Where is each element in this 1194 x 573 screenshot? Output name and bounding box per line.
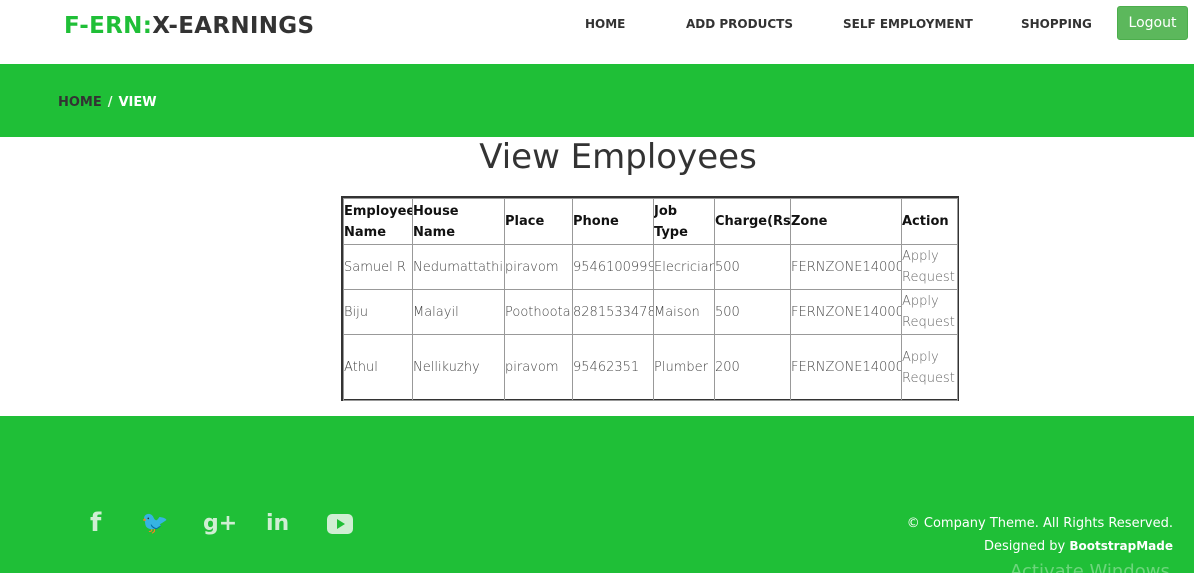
- apply-request-link[interactable]: Apply Request: [901, 289, 958, 335]
- breadcrumb: HOME / VIEW: [58, 95, 157, 110]
- table-row: Athul Nellikuzhy piravom 95462351 Plumbe…: [343, 334, 958, 401]
- cell-charge: 200: [714, 334, 791, 401]
- designed-by-text: Designed by: [984, 539, 1066, 554]
- linkedin-icon[interactable]: in: [266, 511, 289, 536]
- cell-employee-name: Samuel R: [343, 244, 413, 290]
- cell-place: piravom: [504, 334, 573, 401]
- play-icon: [337, 519, 345, 529]
- cell-place: Poothoota: [504, 289, 573, 335]
- youtube-icon[interactable]: [327, 514, 353, 534]
- cell-job-type: Plumber: [653, 334, 715, 401]
- apply-request-link[interactable]: Apply Request: [901, 334, 958, 401]
- cell-house-name: Nedumattathil: [412, 244, 505, 290]
- footer-credits: © Company Theme. All Rights Reserved. De…: [907, 513, 1173, 558]
- cell-phone: 95462351: [572, 334, 654, 401]
- twitter-icon[interactable]: 🐦: [141, 511, 168, 536]
- brand-logo[interactable]: F-ERN:X-EARNINGS: [64, 13, 314, 39]
- cell-phone: 8281533478: [572, 289, 654, 335]
- google-plus-icon[interactable]: g+: [203, 511, 237, 536]
- col-header: Phone: [572, 198, 654, 245]
- employees-table-wrapper: Employee Name House Name Place Phone Job…: [341, 196, 959, 401]
- cell-house-name: Nellikuzhy: [412, 334, 505, 401]
- designed-by-line: Designed by BootstrapMade: [907, 535, 1173, 558]
- copyright-text: © Company Theme. All Rights Reserved.: [906, 516, 1173, 531]
- cell-phone: 9546100999: [572, 244, 654, 290]
- designer-link[interactable]: BootstrapMade: [1069, 539, 1173, 553]
- apply-request-link[interactable]: Apply Request: [901, 244, 958, 290]
- nav-add-products[interactable]: ADD PRODUCTS: [686, 17, 793, 31]
- cell-employee-name: Biju: [343, 289, 413, 335]
- cell-charge: 500: [714, 244, 791, 290]
- brand-accent: F-ERN:: [64, 13, 153, 39]
- cell-employee-name: Athul: [343, 334, 413, 401]
- facebook-icon[interactable]: f: [90, 508, 101, 538]
- cell-zone: FERNZONE14000: [790, 289, 902, 335]
- col-header: Place: [504, 198, 573, 245]
- table-header-row: Employee Name House Name Place Phone Job…: [343, 198, 958, 245]
- logout-button[interactable]: Logout: [1117, 6, 1188, 40]
- nav-home[interactable]: HOME: [585, 17, 625, 31]
- col-header: Action: [901, 198, 958, 245]
- breadcrumb-separator: /: [107, 95, 113, 110]
- cell-job-type: Elecrician: [653, 244, 715, 290]
- footer: f 🐦 g+ in © Company Theme. All Rights Re…: [0, 416, 1194, 573]
- col-header: House Name: [412, 198, 505, 245]
- cell-place: piravom: [504, 244, 573, 290]
- top-navbar: F-ERN:X-EARNINGS HOME ADD PRODUCTS SELF …: [0, 0, 1194, 64]
- activation-watermark: Activate Windows: [1010, 561, 1170, 573]
- col-header: Employee Name: [343, 198, 413, 245]
- nav-shopping[interactable]: SHOPPING: [1021, 17, 1092, 31]
- col-header: Charge(Rs): [714, 198, 791, 245]
- breadcrumb-current: VIEW: [118, 95, 157, 110]
- col-header: Zone: [790, 198, 902, 245]
- cell-job-type: Maison: [653, 289, 715, 335]
- table-row: Samuel R Nedumattathil piravom 954610099…: [343, 244, 958, 290]
- col-header: Job Type: [653, 198, 715, 245]
- page-title: View Employees: [479, 137, 757, 177]
- cell-house-name: Malayil: [412, 289, 505, 335]
- table-row: Biju Malayil Poothoota 8281533478 Maison…: [343, 289, 958, 335]
- cell-zone: FERNZONE14000: [790, 334, 902, 401]
- cell-charge: 500: [714, 289, 791, 335]
- employees-table: Employee Name House Name Place Phone Job…: [343, 198, 958, 401]
- breadcrumb-band: HOME / VIEW: [0, 64, 1194, 137]
- nav-self-employment[interactable]: SELF EMPLOYMENT: [843, 17, 973, 31]
- cell-zone: FERNZONE14000: [790, 244, 902, 290]
- breadcrumb-home[interactable]: HOME: [58, 95, 102, 110]
- brand-rest: X-EARNINGS: [152, 13, 315, 39]
